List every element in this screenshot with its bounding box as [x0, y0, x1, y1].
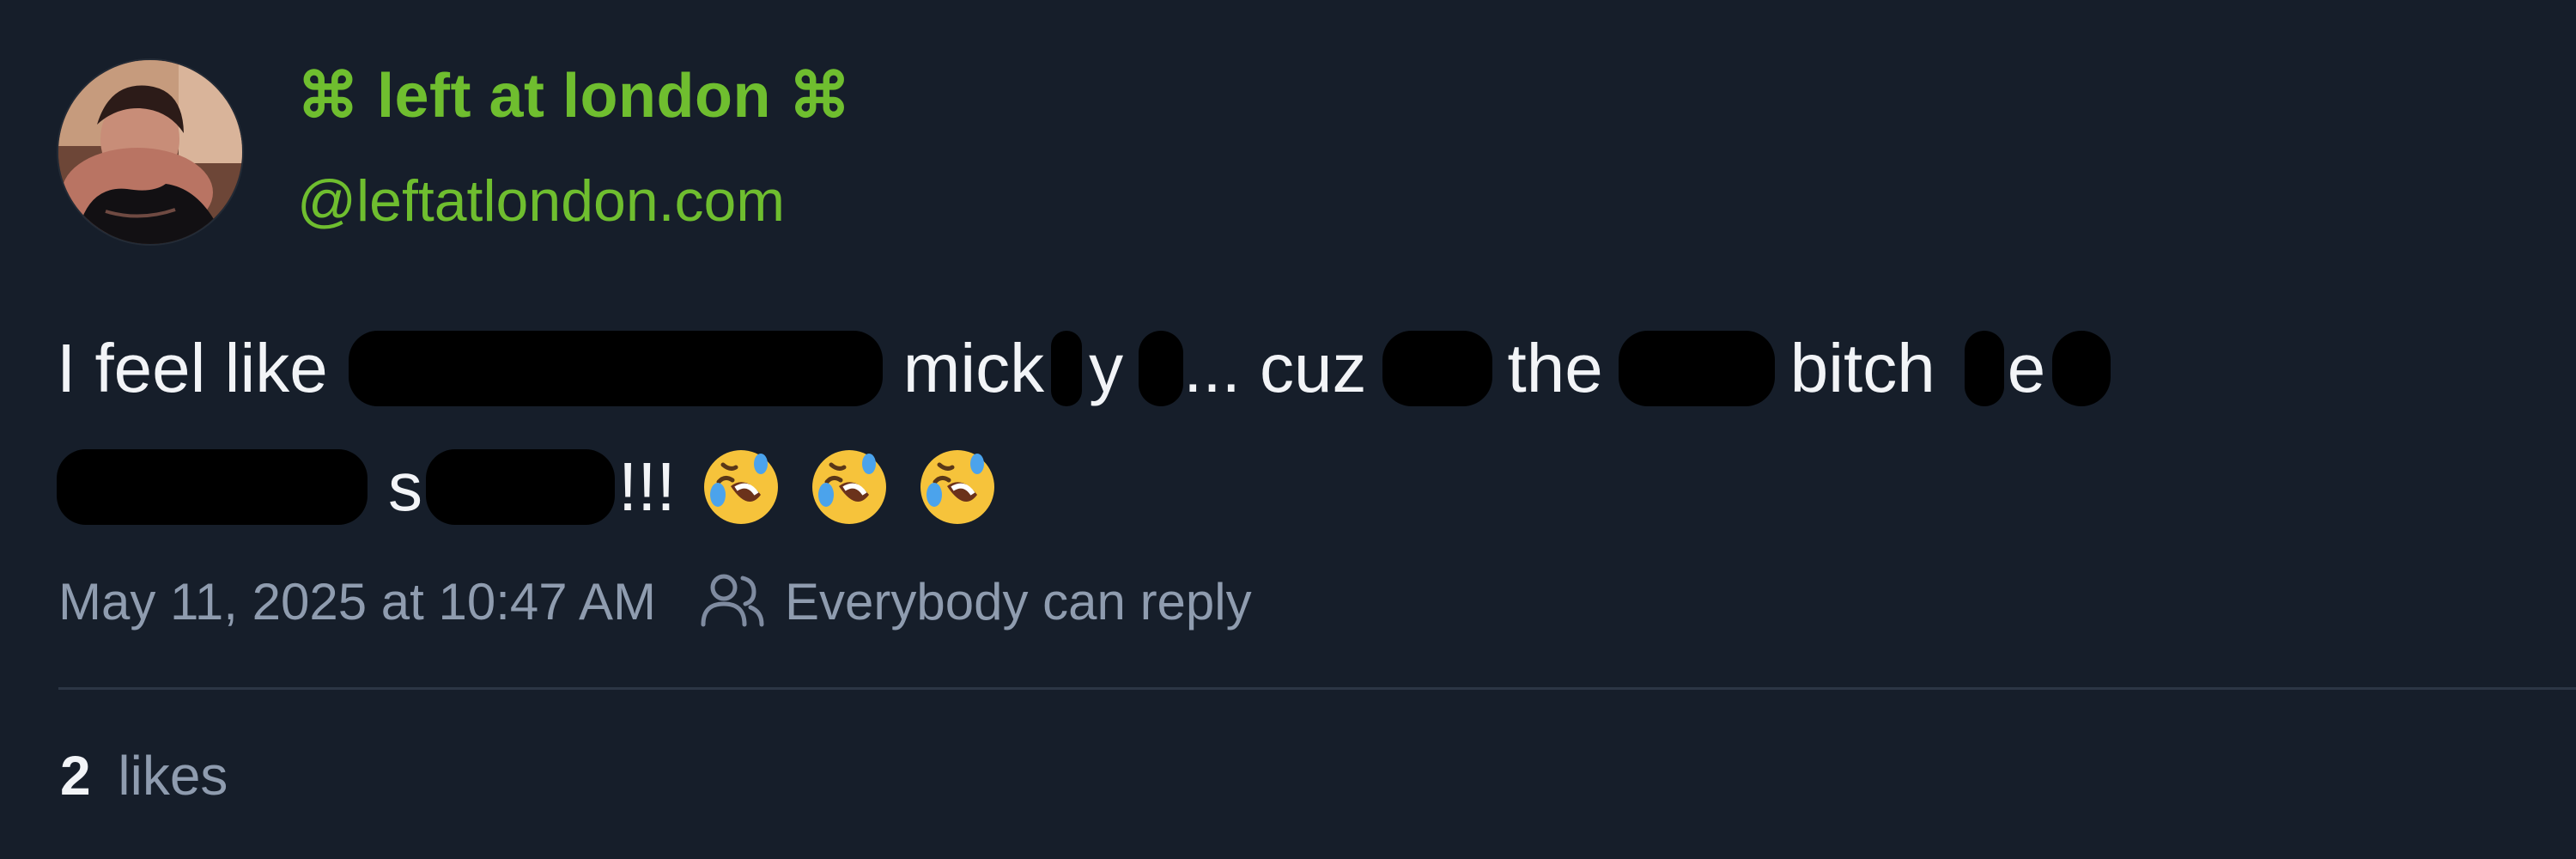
redaction-block: [1139, 331, 1184, 406]
post-timestamp[interactable]: May 11, 2025 at 10:47 AM: [58, 572, 656, 631]
post-word: y: [1089, 330, 1124, 406]
author-display-name[interactable]: ⌘ left at london ⌘: [297, 65, 851, 127]
rolling-on-floor-laughing-emoji: [703, 450, 778, 524]
post-word: mick: [902, 330, 1045, 406]
rolling-on-floor-laughing-emoji: [811, 450, 886, 524]
likes-summary[interactable]: 2 likes: [60, 744, 228, 807]
post-meta: May 11, 2025 at 10:47 AM Everybody can r…: [58, 567, 1252, 636]
divider: [58, 687, 2576, 690]
post-line-2: s !!!: [57, 428, 2512, 546]
redaction-block: [348, 331, 883, 406]
likes-label: likes: [118, 745, 228, 807]
avatar-photo: [58, 60, 242, 244]
likes-count: 2: [60, 745, 91, 807]
people-icon: [701, 574, 764, 627]
redaction-block: [2052, 331, 2111, 406]
post-word: s: [388, 448, 422, 525]
post-word: bitch: [1789, 330, 1935, 406]
redaction-block: [1382, 331, 1492, 406]
rolling-on-floor-laughing-emoji: [920, 450, 994, 524]
redaction-block: [1051, 331, 1083, 406]
redaction-block: [57, 449, 368, 525]
post-word: e: [2007, 330, 2046, 406]
post-word: !!!: [618, 448, 676, 525]
post-word: the: [1507, 330, 1603, 406]
reply-setting[interactable]: Everybody can reply: [785, 572, 1252, 631]
post-card: ⌘ left at london ⌘ @leftatlondon.com I f…: [0, 0, 2576, 859]
author-handle[interactable]: @leftatlondon.com: [297, 172, 785, 230]
post-text: I feel like mick y ... cuz the bitch e s…: [57, 309, 2512, 546]
redaction-block: [1618, 331, 1775, 406]
post-word: I feel like: [57, 330, 328, 406]
post-line-1: I feel like mick y ... cuz the bitch e: [57, 309, 2512, 428]
author-avatar[interactable]: [58, 60, 242, 244]
redaction-block: [426, 449, 615, 525]
post-word: ... cuz: [1183, 330, 1367, 406]
redaction-block: [1964, 331, 2004, 406]
